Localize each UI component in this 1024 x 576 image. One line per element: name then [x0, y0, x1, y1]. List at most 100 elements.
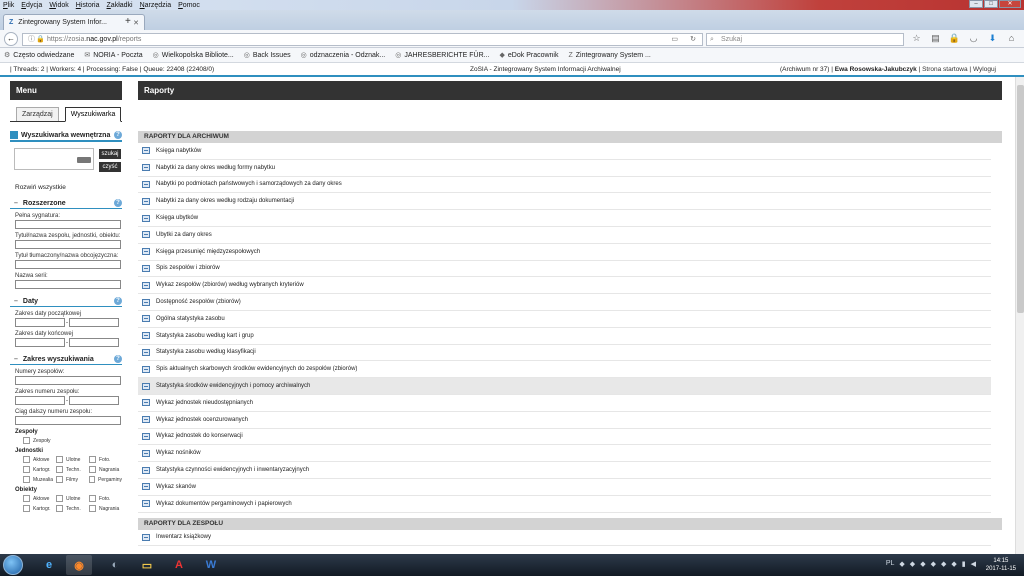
report-link[interactable]: Nabytki za dany okres według rodzaju dok…	[138, 193, 991, 211]
keyboard-icon[interactable]	[77, 157, 91, 163]
menu-bookmarks[interactable]: Zakładki	[107, 2, 133, 9]
bookmark-item[interactable]: ◆ eDok Pracownik	[500, 51, 559, 59]
bookmark-item[interactable]: ◎ Back Issues	[244, 51, 291, 59]
browser-tab-active[interactable]: Z Zintegrowany System Infor... ✕	[3, 14, 145, 30]
scrollbar-thumb[interactable]	[1017, 85, 1024, 313]
lock-toolbar-icon[interactable]: 🔒	[948, 33, 961, 44]
checkbox-unit[interactable]: Muzealia	[23, 476, 56, 483]
signature-field[interactable]	[15, 220, 121, 229]
clock[interactable]: 14:15 2017-11-15	[986, 557, 1016, 573]
report-link[interactable]: Wykaz jednostek ocenzurowanych	[138, 412, 991, 429]
tray-icon[interactable]: ◆	[941, 560, 946, 568]
expand-all-link[interactable]: Rozwiń wszystkie	[15, 184, 122, 191]
language-indicator[interactable]: PL	[886, 560, 895, 568]
info-icon[interactable]: ⓘ	[28, 34, 35, 45]
page-scrollbar[interactable]	[1015, 77, 1024, 554]
bookmarks-list-icon[interactable]: ▤	[929, 33, 942, 44]
search-input[interactable]	[14, 148, 94, 170]
help-icon[interactable]: ?	[114, 297, 122, 305]
report-link[interactable]: Statystyka środków ewidencyjnych i pomoc…	[138, 378, 991, 395]
acrobat-icon[interactable]: A	[166, 555, 192, 575]
report-link[interactable]: Inwentarz książkowy	[138, 530, 991, 547]
bookmark-item[interactable]: ⚙ Często odwiedzane	[4, 51, 74, 59]
checkbox-object[interactable]: Ulotne	[56, 495, 89, 502]
report-link[interactable]: Ogólna statystyka zasobu	[138, 311, 991, 328]
bookmark-item[interactable]: ◎ Wielkopolska Bibliote...	[153, 51, 234, 59]
checkbox-unit[interactable]: Pergaminy	[89, 476, 122, 483]
checkbox-object[interactable]: Aktowe	[23, 495, 56, 502]
tray-icon[interactable]: ◆	[899, 560, 904, 568]
home-link[interactable]: Strona startowa	[922, 66, 968, 73]
menu-history[interactable]: Historia	[76, 2, 100, 9]
media-icon[interactable]: ◐	[102, 555, 128, 575]
help-icon[interactable]: ?	[114, 355, 122, 363]
report-link[interactable]: Wykaz jednostek nieudostępnianych	[138, 395, 991, 412]
report-link[interactable]: Statystyka zasobu według klasyfikacji	[138, 345, 991, 362]
series-name-field[interactable]	[15, 280, 121, 289]
tab-search[interactable]: Wyszukiwarka	[64, 107, 122, 122]
fonds-numbers-field[interactable]	[15, 376, 121, 385]
menu-view[interactable]: Widok	[49, 2, 68, 9]
checkbox-fonds[interactable]: Zespoły	[23, 437, 56, 444]
close-window-button[interactable]: ✕	[999, 0, 1021, 8]
checkbox-unit[interactable]: Kartogr.	[23, 466, 56, 473]
report-link[interactable]: Wykaz jednostek do konserwacji	[138, 429, 991, 446]
scope-section-header[interactable]: – Zakres wyszukiwania ?	[10, 355, 122, 365]
tray-icon[interactable]: ◆	[920, 560, 925, 568]
tab-manage[interactable]: Zarządzaj	[16, 107, 59, 121]
bookmark-item[interactable]: ◎ JAHRESBERICHTE FÜR...	[395, 51, 489, 59]
checkbox-unit[interactable]: Filmy	[56, 476, 89, 483]
start-date-from[interactable]	[15, 318, 65, 327]
maximize-button[interactable]: □	[984, 0, 998, 8]
report-link[interactable]: Wykaz nośników	[138, 445, 991, 463]
fonds-number-suffix-field[interactable]	[15, 416, 121, 425]
pocket-icon[interactable]: ◡	[967, 33, 980, 44]
new-tab-button[interactable]: +	[125, 16, 131, 27]
checkbox-object[interactable]: Techn.	[56, 505, 89, 512]
minimize-button[interactable]: –	[969, 0, 983, 8]
clear-button[interactable]: czyść	[99, 162, 121, 172]
tray-icon[interactable]: ◆	[910, 560, 915, 568]
checkbox-unit[interactable]: Foto.	[89, 456, 122, 463]
checkbox-object[interactable]: Nagrania	[89, 505, 122, 512]
network-icon[interactable]: ▮	[962, 560, 966, 568]
start-date-to[interactable]	[69, 318, 119, 327]
menu-tools[interactable]: Narzędzia	[140, 2, 172, 9]
volume-icon[interactable]: ◀	[971, 560, 976, 568]
checkbox-unit[interactable]: Aktowe	[23, 456, 56, 463]
reader-view-icon[interactable]: ▭	[671, 34, 678, 45]
search-box[interactable]: ⌕ Szukaj	[706, 33, 904, 46]
tray-icon[interactable]: ◆	[951, 560, 956, 568]
report-link[interactable]: Księga przesunięć międzyzespołowych	[138, 244, 991, 261]
search-button[interactable]: szukaj	[99, 149, 121, 159]
title-field[interactable]	[15, 240, 121, 249]
report-link[interactable]: Statystyka czynności ewidencyjnych i inw…	[138, 462, 991, 479]
translated-title-field[interactable]	[15, 260, 121, 269]
bookmark-item[interactable]: ◎ odznaczenia - Odznak...	[301, 51, 386, 59]
download-icon[interactable]: ⬇	[986, 33, 999, 44]
menu-file[interactable]: Plik	[3, 2, 14, 9]
firefox-icon[interactable]: ◉	[66, 555, 92, 575]
dates-section-header[interactable]: – Daty ?	[10, 297, 122, 307]
url-bar[interactable]: ⓘ 🔒 https://zosia.nac.gov.pl/reports ▭ ↻	[22, 33, 703, 46]
checkbox-unit[interactable]: Techn.	[56, 466, 89, 473]
help-icon[interactable]: ?	[114, 199, 122, 207]
folder-icon[interactable]: ▭	[134, 555, 160, 575]
bookmark-item[interactable]: ✉ NORIA - Poczta	[84, 51, 142, 59]
report-link[interactable]: Księga nabytków	[138, 143, 991, 160]
logout-link[interactable]: Wyloguj	[973, 66, 996, 73]
report-link[interactable]: Statystyka zasobu według kart i grup	[138, 328, 991, 345]
fonds-number-to[interactable]	[69, 396, 119, 405]
advanced-section-header[interactable]: – Rozszerzone ?	[10, 199, 122, 209]
checkbox-object[interactable]: Kartogr.	[23, 505, 56, 512]
internet-explorer-icon[interactable]: e	[36, 555, 62, 575]
word-icon[interactable]: W	[198, 555, 224, 575]
report-link[interactable]: Wykaz skanów	[138, 479, 991, 496]
start-button[interactable]	[3, 555, 23, 575]
report-link[interactable]: Księga ubytków	[138, 210, 991, 227]
fonds-number-from[interactable]	[15, 396, 65, 405]
report-link[interactable]: Wykaz zespołów (zbiorów) według wybranyc…	[138, 277, 991, 295]
checkbox-unit[interactable]: Ulotne	[56, 456, 89, 463]
home-icon[interactable]: ⌂	[1005, 33, 1018, 44]
report-link[interactable]: Spis aktualnych skarbowych środków ewide…	[138, 361, 991, 379]
